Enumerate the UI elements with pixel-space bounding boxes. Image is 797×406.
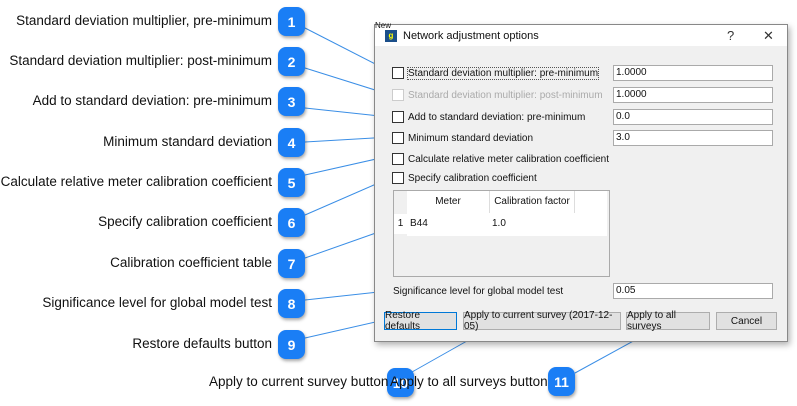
callout-label: Standard deviation multiplier: post-mini… (9, 53, 272, 68)
pre-minimum-multiplier-input[interactable]: 1.0000 (613, 65, 773, 81)
checkbox-label: Standard deviation multiplier: post-mini… (408, 89, 603, 101)
callout-label: Significance level for global model test (42, 295, 272, 310)
post-minimum-multiplier-checkbox: Standard deviation multiplier: post-mini… (392, 89, 603, 101)
callout-badge: 6 (278, 208, 305, 237)
add-to-sd-checkbox[interactable]: Add to standard deviation: pre-minimum (392, 111, 585, 123)
callout-badge: 2 (278, 47, 305, 76)
title-bar: g Network adjustment options ? ✕ (375, 25, 787, 46)
help-button[interactable]: ? (727, 28, 734, 43)
callout-badge: 1 (278, 7, 305, 36)
checkbox-label: Add to standard deviation: pre-minimum (408, 111, 586, 123)
checkbox-icon[interactable] (392, 67, 404, 79)
table-cell-meter[interactable]: B44 (410, 214, 428, 234)
checkbox-label: Specify calibration coefficient (408, 172, 537, 184)
column-header-meter[interactable]: Meter (407, 191, 490, 213)
calculate-calibration-checkbox[interactable]: Calculate relative meter calibration coe… (392, 153, 609, 165)
callout-badge: 11 (548, 367, 575, 396)
column-header-factor[interactable]: Calibration factor (490, 191, 575, 213)
cancel-button[interactable]: Cancel (716, 312, 777, 330)
checkbox-icon[interactable] (392, 153, 404, 165)
minimum-sd-input[interactable]: 3.0 (613, 130, 773, 146)
checkbox-label: Standard deviation multiplier: pre-minim… (406, 66, 600, 80)
post-minimum-multiplier-input[interactable]: 1.0000 (613, 87, 773, 103)
significance-input[interactable]: 0.05 (613, 283, 773, 299)
callout-label: Standard deviation multiplier, pre-minim… (16, 13, 272, 28)
close-button[interactable]: ✕ (763, 28, 774, 44)
callout-label: Minimum standard deviation (103, 134, 272, 149)
callout-label: Apply to all surveys button (390, 374, 548, 389)
callout-badge: 5 (278, 168, 305, 197)
checkbox-icon (392, 89, 404, 101)
checkbox-label: Calculate relative meter calibration coe… (408, 153, 610, 165)
table-cell-factor[interactable]: 1.0 (492, 214, 506, 234)
callout-label: Apply to current survey button (209, 374, 389, 389)
dialog-title: Network adjustment options (403, 29, 539, 42)
checkbox-icon[interactable] (392, 132, 404, 144)
checkbox-icon[interactable] (392, 172, 404, 184)
significance-label: Significance level for global model test (393, 286, 564, 297)
row-index: 1 (394, 214, 407, 234)
callout-badge: 9 (278, 330, 305, 359)
callout-label: Calculate relative meter calibration coe… (0, 174, 272, 189)
apply-current-survey-button[interactable]: Apply to current survey (2017-12-05) (463, 310, 621, 332)
pre-minimum-multiplier-checkbox[interactable]: Standard deviation multiplier: pre-minim… (392, 66, 600, 80)
apply-all-surveys-button[interactable]: Apply to all surveys (626, 310, 710, 332)
callout-badge: 3 (278, 87, 305, 116)
calibration-table[interactable]: 1 Meter Calibration factor B44 1.0 (393, 190, 610, 277)
network-adjustment-dialog: New g Network adjustment options ? ✕ Sta… (374, 21, 788, 342)
app-icon: g (385, 29, 397, 42)
callout-label: Calibration coefficient table (110, 255, 272, 270)
add-to-sd-input[interactable]: 0.0 (613, 109, 773, 125)
callout-badge: 8 (278, 289, 305, 318)
checkbox-icon[interactable] (392, 111, 404, 123)
callout-label: Restore defaults button (132, 336, 272, 351)
minimum-sd-checkbox[interactable]: Minimum standard deviation (392, 132, 533, 144)
callout-badge: 7 (278, 249, 305, 278)
callout-label: Add to standard deviation: pre-minimum (32, 93, 272, 108)
specify-calibration-checkbox[interactable]: Specify calibration coefficient (392, 172, 537, 184)
callout-badge: 4 (278, 128, 305, 157)
checkbox-label: Minimum standard deviation (408, 132, 534, 144)
background-text: New (375, 21, 392, 30)
callout-label: Specify calibration coefficient (98, 214, 272, 229)
restore-defaults-button[interactable]: Restore defaults (384, 310, 457, 332)
